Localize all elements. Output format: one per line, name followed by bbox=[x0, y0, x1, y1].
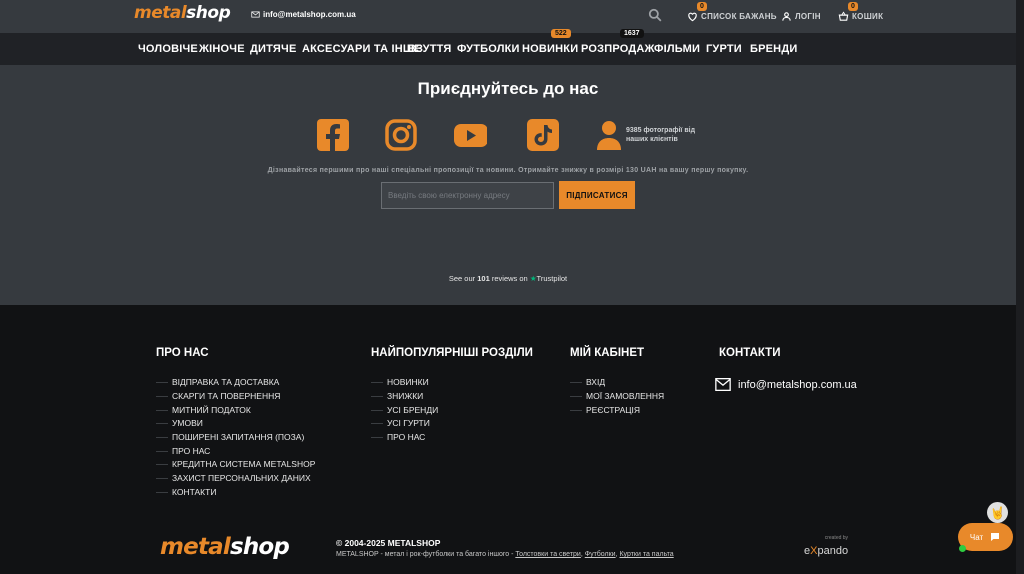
footer-link-register[interactable]: РЕЄСТРАЦІЯ bbox=[570, 403, 664, 417]
nav-item-kids[interactable]: ДИТЯЧЕ bbox=[250, 43, 297, 55]
footer-link-discounts[interactable]: ЗНИЖКИ bbox=[371, 390, 438, 404]
nav-item-bands[interactable]: ГУРТИ bbox=[706, 43, 742, 55]
cart-link[interactable]: КОШИК bbox=[838, 11, 883, 22]
instagram-icon[interactable] bbox=[384, 118, 418, 152]
clients-photos-text: 9385 фотографії від наших клієнтів bbox=[626, 127, 696, 143]
rock-hand-icon[interactable]: 🤘 bbox=[987, 502, 1008, 523]
cart-count-badge: 0 bbox=[848, 2, 858, 11]
footer-link-jackets[interactable]: Куртки та пальта bbox=[619, 551, 673, 558]
expando-credit[interactable]: created by eXpando bbox=[804, 535, 848, 559]
nav-item-shoes[interactable]: ВЗУТТЯ bbox=[408, 43, 452, 55]
top-bar: metalshop info@metalshop.com.ua СПИСОК Б… bbox=[0, 0, 1024, 33]
join-section: Приєднуйтесь до нас 9385 фотографії від … bbox=[0, 65, 1024, 305]
nav-item-tshirts[interactable]: ФУТБОЛКИ bbox=[457, 43, 520, 55]
heart-icon bbox=[688, 12, 697, 22]
trustpilot-star-icon: ★ bbox=[529, 274, 537, 283]
header-email-link[interactable]: info@metalshop.com.ua bbox=[251, 10, 356, 19]
footer-link-all-bands[interactable]: УСІ ГУРТИ bbox=[371, 417, 438, 431]
join-title: Приєднуйтесь до нас bbox=[417, 79, 599, 98]
chat-button[interactable]: Чат bbox=[958, 523, 1013, 551]
chat-bubble-icon bbox=[991, 533, 1000, 541]
footer-link-credit[interactable]: КРЕДИТНА СИСТЕМА METALSHOP bbox=[156, 458, 315, 472]
footer-link-hoodies[interactable]: Толстовки та светри bbox=[515, 551, 581, 558]
site-logo[interactable]: metalshop bbox=[134, 3, 231, 23]
tiktok-icon[interactable] bbox=[526, 118, 560, 152]
facebook-icon[interactable] bbox=[316, 118, 350, 152]
footer-link-all-brands[interactable]: УСІ БРЕНДИ bbox=[371, 403, 438, 417]
nav-item-accessories[interactable]: АКСЕСУАРИ ТА ІНШЕ bbox=[302, 43, 422, 55]
footer-email-link[interactable]: info@metalshop.com.ua bbox=[715, 378, 857, 391]
copyright: © 2004-2025 METALSHOP bbox=[336, 538, 441, 548]
search-icon[interactable] bbox=[648, 8, 662, 22]
basket-icon bbox=[838, 11, 849, 21]
nav-item-movies[interactable]: ФІЛЬМИ bbox=[654, 43, 700, 55]
footer-link-shipping[interactable]: ВІДПРАВКА ТА ДОСТАВКА bbox=[156, 376, 315, 390]
promo-text: Дізнавайтеся першими про наші спеціальні… bbox=[267, 167, 749, 174]
nav-item-brands[interactable]: БРЕНДИ bbox=[750, 43, 797, 55]
online-status-dot bbox=[959, 545, 966, 552]
footer-link-tshirts[interactable]: Футболки bbox=[585, 551, 616, 558]
footer-link-about-2[interactable]: ПРО НАС bbox=[371, 431, 438, 445]
footer-about-title: ПРО НАС bbox=[156, 347, 209, 359]
footer-link-customs[interactable]: МИТНИЙ ПОДАТОК bbox=[156, 403, 315, 417]
user-icon bbox=[782, 12, 791, 21]
new-count-badge: 522 bbox=[551, 29, 571, 38]
mail-icon bbox=[715, 378, 731, 391]
footer-link-about[interactable]: ПРО НАС bbox=[156, 444, 315, 458]
nav-item-new[interactable]: НОВИНКИ bbox=[522, 43, 578, 55]
subscribe-button[interactable]: ПІДПИСАТИСЯ bbox=[559, 181, 635, 209]
footer-logo[interactable]: metalshop bbox=[160, 534, 290, 560]
clients-photos-link[interactable]: 9385 фотографії від наших клієнтів bbox=[596, 120, 706, 150]
footer-link-login[interactable]: ВХІД bbox=[570, 376, 664, 390]
footer-link-terms[interactable]: УМОВИ bbox=[156, 417, 315, 431]
footer-contacts-title: КОНТАКТИ bbox=[719, 347, 781, 359]
person-icon bbox=[597, 121, 621, 150]
footer-link-privacy[interactable]: ЗАХИСТ ПЕРСОНАЛЬНИХ ДАНИХ bbox=[156, 472, 315, 486]
nav-item-men[interactable]: ЧОЛОВІЧЕ bbox=[138, 43, 198, 55]
footer-popular-title: НАЙПОПУЛЯРНІШІ РОЗДІЛИ bbox=[371, 347, 533, 359]
youtube-icon[interactable] bbox=[453, 118, 487, 152]
footer-account-title: МІЙ КАБІНЕТ bbox=[570, 347, 645, 359]
main-nav: ЧОЛОВІЧЕ ЖІНОЧЕ ДИТЯЧЕ АКСЕСУАРИ ТА ІНШЕ… bbox=[0, 29, 1024, 65]
footer-popular-list: НОВИНКИ ЗНИЖКИ УСІ БРЕНДИ УСІ ГУРТИ ПРО … bbox=[371, 376, 438, 444]
footer-link-faq[interactable]: ПОШИРЕНІ ЗАПИТАННЯ (ПОЗА) bbox=[156, 431, 315, 445]
wishlist-count-badge: 0 bbox=[697, 2, 707, 11]
footer-link-contacts[interactable]: КОНТАКТИ bbox=[156, 486, 315, 500]
mail-icon bbox=[251, 11, 260, 18]
footer-account-list: ВХІД МОЇ ЗАМОВЛЕННЯ РЕЄСТРАЦІЯ bbox=[570, 376, 664, 417]
newsletter-email-input[interactable] bbox=[381, 182, 554, 209]
footer-link-new[interactable]: НОВИНКИ bbox=[371, 376, 438, 390]
trustpilot-widget[interactable]: See our 101 reviews on ★Trustpilot bbox=[0, 274, 1016, 283]
nav-item-sale[interactable]: РОЗПРОДАЖ bbox=[581, 43, 655, 55]
page-scrollbar[interactable] bbox=[1016, 0, 1024, 574]
wishlist-link[interactable]: СПИСОК БАЖАНЬ bbox=[687, 11, 777, 22]
footer-link-orders[interactable]: МОЇ ЗАМОВЛЕННЯ bbox=[570, 390, 664, 404]
login-link[interactable]: ЛОГІН bbox=[781, 11, 821, 22]
footer-link-returns[interactable]: СКАРГИ ТА ПОВЕРНЕННЯ bbox=[156, 390, 315, 404]
nav-item-women[interactable]: ЖІНОЧЕ bbox=[199, 43, 245, 55]
sale-count-badge: 1637 bbox=[620, 29, 644, 38]
footer-description: METALSHOP - метал і рок-футболки та бага… bbox=[336, 551, 674, 558]
footer-about-list: ВІДПРАВКА ТА ДОСТАВКА СКАРГИ ТА ПОВЕРНЕН… bbox=[156, 376, 315, 499]
